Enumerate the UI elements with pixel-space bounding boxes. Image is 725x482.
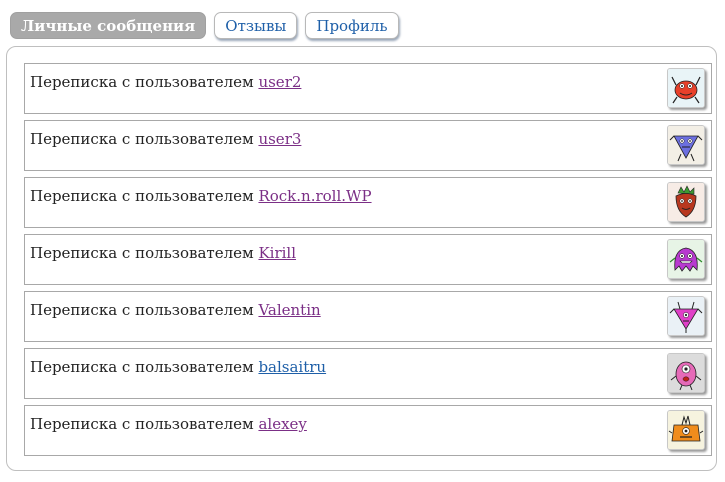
conversation-text: Переписка с пользователем user3 — [30, 130, 301, 148]
conversation-text: Переписка с пользователем Valentin — [30, 301, 321, 319]
conversation-text: Переписка с пользователем balsaitru — [30, 358, 326, 376]
tab-bar: Личные сообщения Отзывы Профиль — [10, 12, 399, 39]
conversation-prefix: Переписка с пользователем — [30, 415, 254, 433]
conversation-row[interactable]: Переписка с пользователем Rock.n.roll.WP — [24, 177, 712, 228]
conversation-prefix: Переписка с пользователем — [30, 187, 254, 205]
pink-cyclops-monster-avatar-icon[interactable] — [667, 353, 705, 393]
tab-reviews[interactable]: Отзывы — [214, 12, 298, 39]
conversation-user-link[interactable]: Kirill — [258, 244, 296, 262]
conversation-text: Переписка с пользователем Rock.n.roll.WP — [30, 187, 372, 205]
blue-triangle-monster-avatar-icon[interactable] — [667, 125, 705, 165]
conversation-text: Переписка с пользователем Kirill — [30, 244, 296, 262]
conversation-row[interactable]: Переписка с пользователем user3 — [24, 120, 712, 171]
conversation-user-link[interactable]: alexey — [258, 415, 306, 433]
conversation-user-link[interactable]: user2 — [258, 73, 301, 91]
conversation-user-link[interactable]: Rock.n.roll.WP — [258, 187, 371, 205]
pink-triangle-monster-avatar-icon[interactable] — [667, 296, 705, 336]
tab-profile[interactable]: Профиль — [305, 12, 399, 39]
conversation-prefix: Переписка с пользователем — [30, 73, 254, 91]
conversation-prefix: Переписка с пользователем — [30, 130, 254, 148]
red-monster-avatar-icon[interactable] — [667, 68, 705, 108]
tab-private-messages[interactable]: Личные сообщения — [10, 12, 207, 39]
conversation-row[interactable]: Переписка с пользователем Valentin — [24, 291, 712, 342]
conversation-user-link[interactable]: Valentin — [258, 301, 320, 319]
conversation-row[interactable]: Переписка с пользователем Kirill — [24, 234, 712, 285]
conversations-panel: Переписка с пользователем user2 Переписк… — [6, 46, 717, 471]
conversation-row[interactable]: Переписка с пользователем balsaitru — [24, 348, 712, 399]
conversation-user-link[interactable]: balsaitru — [258, 358, 326, 376]
strawberry-monster-avatar-icon[interactable] — [667, 182, 705, 222]
conversation-prefix: Переписка с пользователем — [30, 358, 254, 376]
purple-blob-monster-avatar-icon[interactable] — [667, 239, 705, 279]
conversation-text: Переписка с пользователем alexey — [30, 415, 307, 433]
conversation-prefix: Переписка с пользователем — [30, 244, 254, 262]
conversation-text: Переписка с пользователем user2 — [30, 73, 301, 91]
conversation-user-link[interactable]: user3 — [258, 130, 301, 148]
conversation-row[interactable]: Переписка с пользователем user2 — [24, 63, 712, 114]
orange-monster-avatar-icon[interactable] — [667, 410, 705, 450]
conversation-row[interactable]: Переписка с пользователем alexey — [24, 405, 712, 456]
conversation-prefix: Переписка с пользователем — [30, 301, 254, 319]
